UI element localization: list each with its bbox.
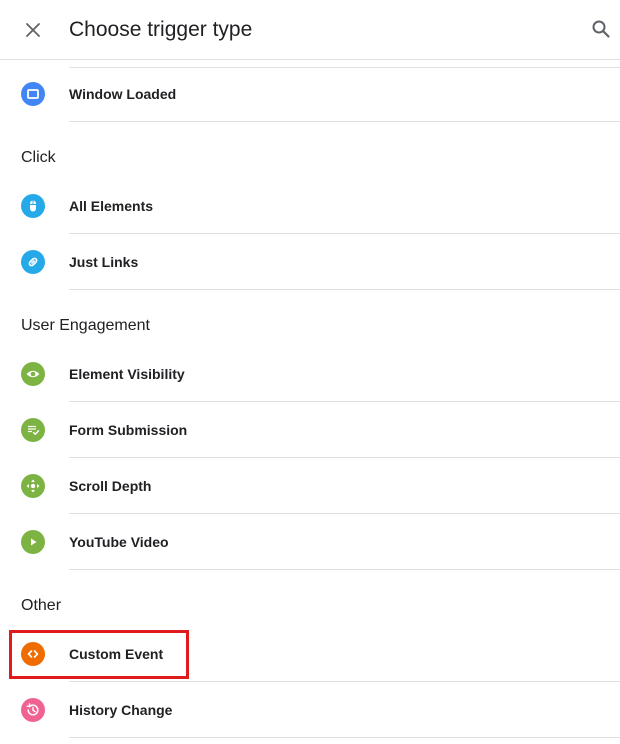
- trigger-item-custom-event[interactable]: Custom Event: [0, 626, 620, 682]
- divider: [69, 121, 620, 122]
- trigger-item-label: Custom Event: [69, 646, 164, 662]
- mouse-icon: [21, 194, 45, 218]
- trigger-item-window-loaded[interactable]: Window Loaded: [0, 66, 620, 122]
- divider: [69, 737, 620, 738]
- window-icon: [21, 82, 45, 106]
- dialog-title: Choose trigger type: [69, 18, 253, 41]
- trigger-item-label: Window Loaded: [69, 86, 177, 102]
- section-header-user-engagement: User Engagement: [21, 317, 150, 334]
- trigger-type-list[interactable]: Window Loaded Click All Elements Just Li…: [0, 60, 620, 744]
- search-icon: [592, 20, 610, 38]
- divider: [69, 289, 620, 290]
- trigger-item-all-elements[interactable]: All Elements: [0, 178, 620, 234]
- trigger-item-label: Form Submission: [69, 422, 188, 438]
- play-icon: [21, 530, 45, 554]
- trigger-item-element-visibility[interactable]: Element Visibility: [0, 346, 620, 402]
- section-header-other: Other: [21, 597, 62, 614]
- close-button[interactable]: [20, 17, 46, 43]
- move-arrows-icon: [21, 474, 45, 498]
- trigger-item-label: YouTube Video: [69, 534, 169, 550]
- divider: [69, 569, 620, 570]
- section-header-click: Click: [21, 149, 56, 166]
- eye-icon: [21, 362, 45, 386]
- trigger-item-label: Just Links: [69, 254, 139, 270]
- trigger-item-label: Scroll Depth: [69, 478, 152, 494]
- dialog-header: Choose trigger type: [0, 0, 620, 60]
- trigger-item-youtube-video[interactable]: YouTube Video: [0, 514, 620, 570]
- form-check-icon: [21, 418, 45, 442]
- history-icon: [21, 698, 45, 722]
- trigger-item-label: Element Visibility: [69, 366, 185, 382]
- trigger-item-form-submission[interactable]: Form Submission: [0, 402, 620, 458]
- close-icon: [26, 23, 40, 37]
- trigger-item-just-links[interactable]: Just Links: [0, 234, 620, 290]
- code-icon: [21, 642, 45, 666]
- trigger-item-history-change[interactable]: History Change: [0, 682, 620, 738]
- trigger-item-scroll-depth[interactable]: Scroll Depth: [0, 458, 620, 514]
- link-icon: [21, 250, 45, 274]
- search-button[interactable]: [588, 16, 614, 42]
- trigger-item-label: History Change: [69, 702, 173, 718]
- trigger-item-label: All Elements: [69, 198, 154, 214]
